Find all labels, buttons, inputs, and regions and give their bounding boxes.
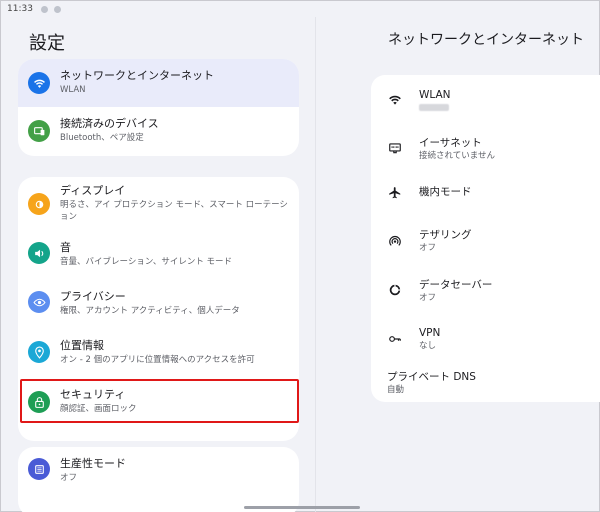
eye-icon [28,291,50,313]
detail-item-tethering[interactable]: テザリング オフ [371,215,600,265]
settings-item-subtitle: 権限、アカウント アクティビティ、個人データ [60,306,240,316]
network-detail-pane: ネットワークとインターネット WLAN イーサネット 接続されていません 機内モ… [316,17,600,512]
data-saver-icon [387,282,403,298]
settings-item-sound[interactable]: 音 音量、バイブレーション、サイレント モード [18,229,299,277]
settings-item-subtitle: オン - 2 個のアプリに位置情報へのアクセスを許可 [60,355,255,365]
detail-title: ネットワークとインターネット [388,32,584,48]
settings-item-connected-devices[interactable]: 接続済みのデバイス Bluetooth、ペア設定 [18,107,299,156]
detail-item-airplane-mode[interactable]: 機内モード [371,171,600,215]
vpn-key-icon [387,331,403,347]
detail-item-subtitle: なし [419,341,437,351]
status-time: 11:33 [7,4,33,14]
settings-item-title: 音 [60,241,71,254]
settings-item-privacy[interactable]: プライバシー 権限、アカウント アクティビティ、個人データ [18,277,299,325]
brightness-icon [28,193,50,215]
settings-item-subtitle: Bluetooth、ペア設定 [60,133,144,143]
volume-icon [28,242,50,264]
settings-item-productivity-mode[interactable]: 生産性モード オフ [18,447,299,495]
detail-item-subtitle: 接続されていません [419,151,495,161]
detail-item-private-dns[interactable]: プライベート DNS 自動 [371,361,600,401]
devices-icon [28,120,50,142]
hotspot-icon [387,233,403,249]
detail-item-title: プライベート DNS [387,371,476,383]
detail-item-data-saver[interactable]: データセーバー オフ [371,265,600,313]
productivity-icon [28,458,50,480]
detail-item-subtitle: 自動 [387,385,405,395]
settings-item-title: ディスプレイ [60,184,126,197]
ethernet-icon [387,140,403,156]
settings-item-title: ネットワークとインターネット [60,69,214,82]
wlan-network-name-redacted [419,104,449,111]
settings-item-subtitle: 顔認証、画面ロック [60,404,137,414]
settings-item-subtitle: 音量、バイブレーション、サイレント モード [60,257,233,267]
settings-item-network[interactable]: ネットワークとインターネット WLAN [18,59,299,107]
lock-icon [28,391,50,413]
detail-item-title: WLAN [419,89,451,101]
settings-item-security[interactable]: セキュリティ 顔認証、画面ロック [18,377,299,425]
page-title: 設定 [29,33,65,54]
settings-card-device: ディスプレイ 明るさ、アイ プロテクション モード、スマート ローテーション 音… [18,177,299,441]
settings-item-title: セキュリティ [60,388,126,401]
detail-item-title: テザリング [419,229,472,241]
settings-item-title: プライバシー [60,290,126,303]
settings-item-title: 生産性モード [60,457,126,470]
status-icons [40,5,61,13]
settings-list-pane: 設定 ネットワークとインターネット WLAN 接続済みのデバイス Bluetoo… [1,17,315,512]
detail-item-vpn[interactable]: VPN なし [371,313,600,361]
detail-item-ethernet[interactable]: イーサネット 接続されていません [371,123,600,171]
home-indicator[interactable] [244,506,360,509]
settings-card-connectivity: ネットワークとインターネット WLAN 接続済みのデバイス Bluetooth、… [18,59,299,156]
settings-item-subtitle: 明るさ、アイ プロテクション モード、スマート ローテーション [60,200,288,222]
settings-item-title: 位置情報 [60,339,104,352]
location-pin-icon [28,341,50,363]
settings-card-productivity: 生産性モード オフ [18,447,299,512]
network-settings-card: WLAN イーサネット 接続されていません 機内モード テザリング オフ データ… [371,75,600,402]
detail-item-title: VPN [419,327,441,339]
settings-item-subtitle: WLAN [60,85,86,95]
settings-item-display[interactable]: ディスプレイ 明るさ、アイ プロテクション モード、スマート ローテーション [18,177,299,229]
detail-item-subtitle: オフ [419,293,437,303]
detail-item-subtitle: オフ [419,243,437,253]
settings-item-subtitle: オフ [60,473,78,483]
settings-item-location[interactable]: 位置情報 オン - 2 個のアプリに位置情報へのアクセスを許可 [18,325,299,377]
wifi-icon [387,92,403,108]
status-bar: 11:33 [1,1,600,17]
notification-icon-2 [53,5,61,13]
detail-item-title: 機内モード [419,186,472,198]
settings-item-title: 接続済みのデバイス [60,117,159,130]
wifi-icon [28,72,50,94]
detail-item-title: イーサネット [419,137,482,149]
detail-item-wlan[interactable]: WLAN [371,75,600,123]
airplane-icon [387,185,403,201]
detail-item-title: データセーバー [419,279,493,291]
notification-icon [40,5,48,13]
